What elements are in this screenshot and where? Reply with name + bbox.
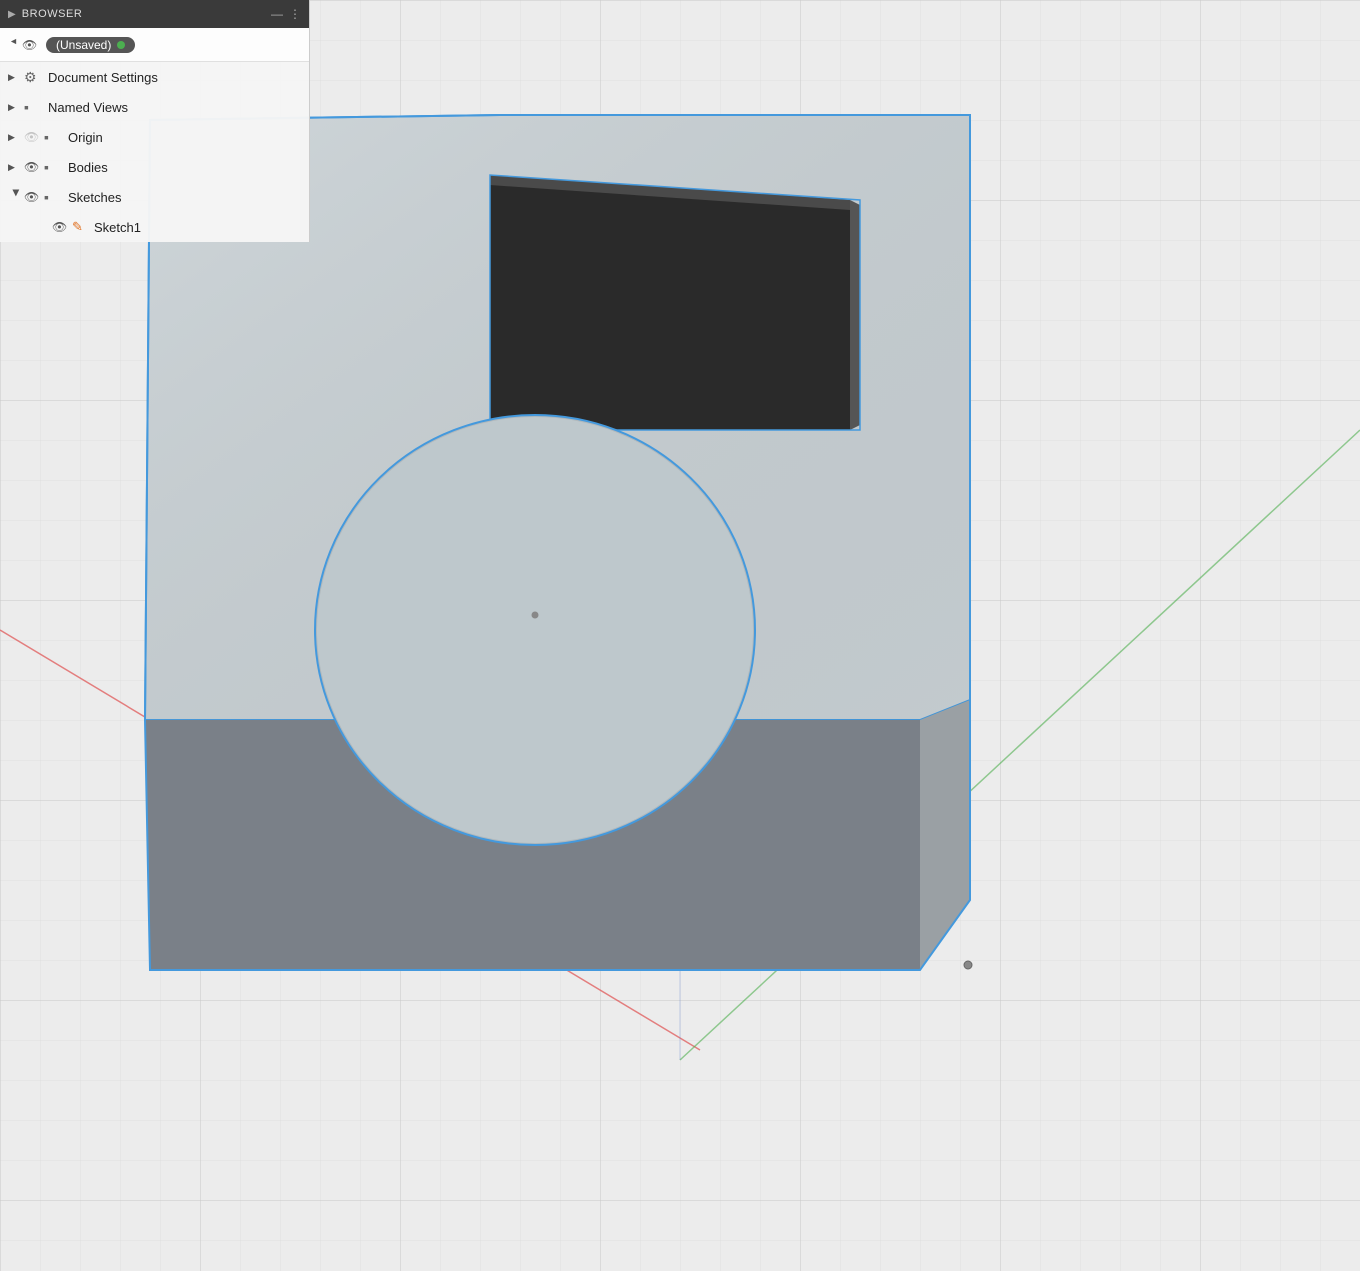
- sketch1-label: Sketch1: [94, 220, 141, 235]
- sidebar-item-named-views[interactable]: ▶ ▪ Named Views: [0, 92, 309, 122]
- gear-icon: ⚙: [24, 69, 44, 86]
- browser-collapse-arrow[interactable]: ▶: [8, 9, 16, 20]
- browser-header-icons: — ⋮: [271, 7, 301, 21]
- named-views-arrow[interactable]: ▶: [8, 102, 24, 113]
- bodies-folder-icon: ▪: [44, 159, 64, 175]
- sidebar-item-sketch1[interactable]: 👁 ✎ Sketch1: [0, 212, 309, 242]
- sketch1-eye-icon[interactable]: 👁: [52, 220, 70, 234]
- bodies-eye-icon[interactable]: 👁: [24, 160, 42, 174]
- sidebar-item-document-settings[interactable]: ▶ ⚙ Document Settings: [0, 62, 309, 92]
- browser-panel: ▶ BROWSER — ⋮ ▼ 👁 (Unsaved) ▶ ⚙ Document…: [0, 0, 310, 242]
- origin-label: Origin: [68, 130, 103, 145]
- root-badge-dot: [117, 41, 125, 49]
- sketches-arrow[interactable]: ▶: [11, 189, 22, 205]
- root-badge: (Unsaved): [46, 37, 135, 53]
- sidebar-item-origin[interactable]: ▶ 👁 ▪ Origin: [0, 122, 309, 152]
- bodies-arrow[interactable]: ▶: [8, 162, 24, 173]
- doc-settings-arrow[interactable]: ▶: [8, 72, 24, 83]
- root-eye-icon[interactable]: 👁: [22, 38, 40, 52]
- browser-header: ▶ BROWSER — ⋮: [0, 0, 309, 28]
- browser-title: BROWSER: [22, 8, 83, 20]
- browser-more-icon[interactable]: ⋮: [289, 7, 301, 21]
- root-expand-arrow[interactable]: ▼: [9, 37, 19, 53]
- sidebar-item-bodies[interactable]: ▶ 👁 ▪ Bodies: [0, 152, 309, 182]
- browser-root-item[interactable]: ▼ 👁 (Unsaved): [0, 28, 309, 62]
- sketches-label: Sketches: [68, 190, 121, 205]
- bodies-label: Bodies: [68, 160, 108, 175]
- named-views-folder-icon: ▪: [24, 99, 44, 115]
- root-label: (Unsaved): [56, 38, 111, 52]
- origin-folder-icon: ▪: [44, 129, 64, 145]
- sketches-folder-icon: ▪: [44, 189, 64, 205]
- origin-eye-icon[interactable]: 👁: [24, 130, 42, 144]
- sketches-eye-icon[interactable]: 👁: [24, 190, 42, 204]
- doc-settings-label: Document Settings: [48, 70, 158, 85]
- sidebar-item-sketches[interactable]: ▶ 👁 ▪ Sketches: [0, 182, 309, 212]
- browser-minimize-icon[interactable]: —: [271, 7, 283, 21]
- sketch1-edit-icon: ✎: [72, 219, 90, 235]
- named-views-label: Named Views: [48, 100, 128, 115]
- origin-arrow[interactable]: ▶: [8, 132, 24, 143]
